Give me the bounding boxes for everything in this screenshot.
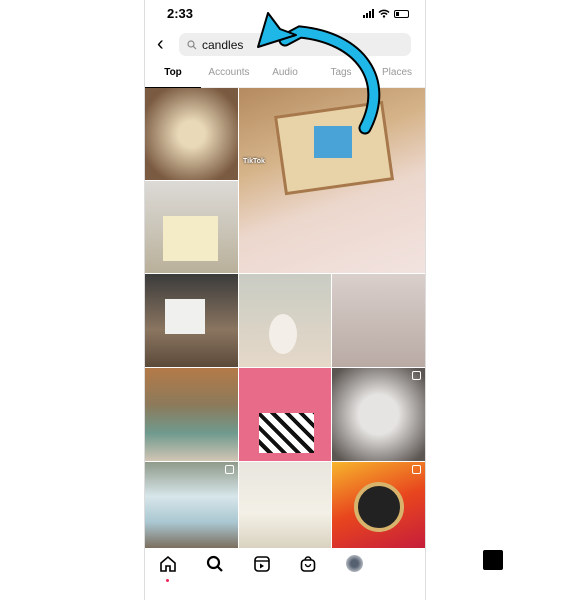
bottom-nav xyxy=(145,548,503,600)
post-tile-video[interactable]: TikTok xyxy=(239,88,425,273)
reels-icon xyxy=(253,556,270,572)
signal-icon xyxy=(363,9,374,18)
shopping-bag-icon xyxy=(225,465,234,474)
post-tile[interactable] xyxy=(332,462,425,548)
nav-home[interactable] xyxy=(158,555,178,582)
post-tile[interactable] xyxy=(145,274,238,367)
post-tile[interactable] xyxy=(145,181,238,273)
search-icon xyxy=(206,555,223,572)
post-tile[interactable] xyxy=(239,274,331,367)
search-input[interactable]: candles xyxy=(179,33,411,56)
post-tile[interactable] xyxy=(332,368,425,461)
wifi-icon xyxy=(378,9,390,18)
search-icon xyxy=(187,39,197,49)
tab-accounts[interactable]: Accounts xyxy=(201,64,257,87)
post-tile[interactable] xyxy=(239,462,331,548)
notification-dot xyxy=(166,579,170,582)
back-button[interactable]: ‹ xyxy=(157,34,164,54)
avatar xyxy=(346,555,364,572)
nav-profile[interactable] xyxy=(345,555,365,575)
tab-audio[interactable]: Audio xyxy=(257,64,313,87)
home-indicator xyxy=(482,550,503,570)
phone-screen: 2:33 ‹ candles Top Accounts Audio Tags P… xyxy=(144,0,503,600)
shopping-bag-icon xyxy=(412,371,421,380)
nav-search[interactable] xyxy=(205,555,225,575)
tab-places[interactable]: Places xyxy=(369,64,425,87)
home-icon xyxy=(160,555,177,572)
search-tabs: Top Accounts Audio Tags Places xyxy=(145,64,425,88)
status-icons xyxy=(363,9,409,18)
shopping-bag-icon xyxy=(412,465,421,474)
post-tile[interactable] xyxy=(145,88,238,180)
nav-shop[interactable] xyxy=(298,555,318,575)
search-query: candles xyxy=(202,37,244,52)
status-time: 2:33 xyxy=(167,6,194,21)
tab-tags[interactable]: Tags xyxy=(313,64,369,87)
post-tile[interactable] xyxy=(332,274,425,367)
tiktok-watermark: TikTok xyxy=(243,158,265,165)
tab-top[interactable]: Top xyxy=(145,64,201,88)
post-tile[interactable] xyxy=(145,462,238,548)
shopping-bag-icon xyxy=(300,556,316,572)
post-tile[interactable] xyxy=(239,368,331,461)
post-tile[interactable] xyxy=(145,368,238,461)
nav-reels[interactable] xyxy=(252,555,272,575)
battery-icon xyxy=(394,9,409,18)
